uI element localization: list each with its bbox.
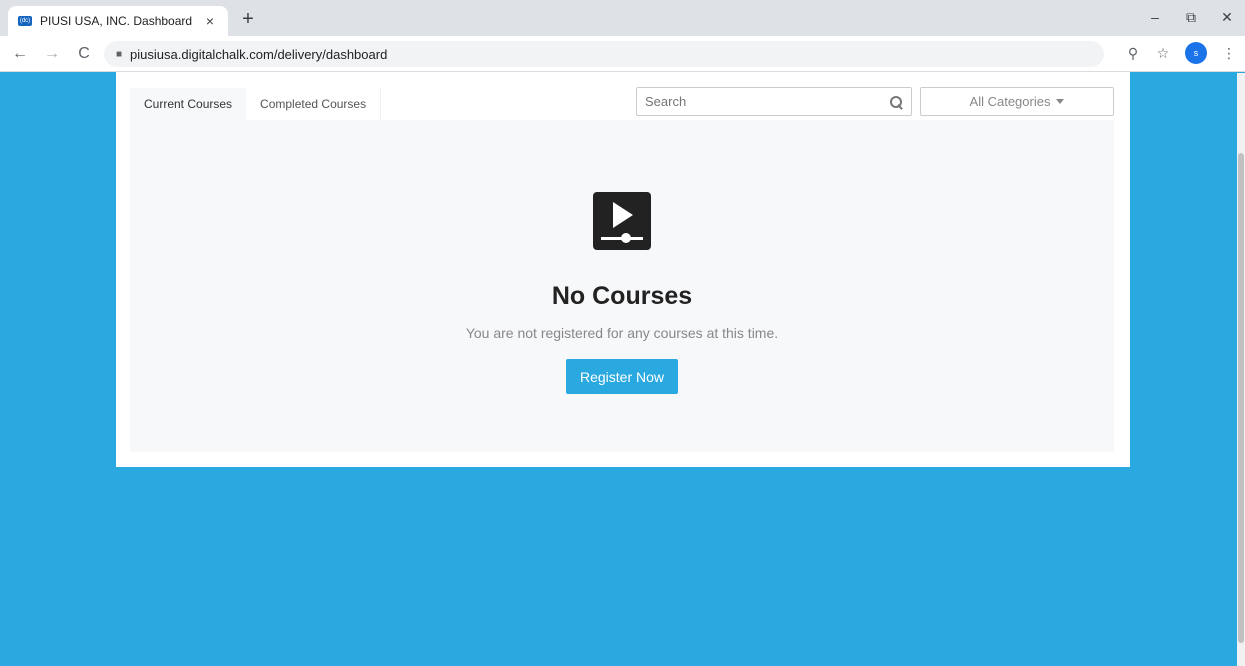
search-box (636, 87, 912, 116)
scrollbar-thumb[interactable] (1238, 153, 1244, 643)
back-button[interactable]: ← (8, 42, 32, 66)
browser-tab[interactable]: (dc) PIUSI USA, INC. Dashboard × (8, 6, 228, 36)
search-input[interactable] (645, 94, 889, 109)
forward-button[interactable]: → (40, 42, 64, 66)
window-controls: – ⧉ ✕ (1137, 0, 1245, 36)
progress-knob (621, 233, 631, 243)
tab-current-courses[interactable]: Current Courses (130, 88, 247, 120)
courses-panel: No Courses You are not registered for an… (130, 120, 1114, 452)
register-now-button[interactable]: Register Now (566, 359, 678, 394)
browser-menu-icon[interactable]: ⋮ (1221, 45, 1237, 62)
close-tab-icon[interactable]: × (202, 13, 218, 29)
categories-selected: All Categories (969, 94, 1051, 109)
categories-dropdown[interactable]: All Categories (920, 87, 1114, 116)
new-tab-button[interactable]: + (236, 8, 260, 32)
browser-tab-strip: (dc) PIUSI USA, INC. Dashboard × + – ⧉ ✕ (0, 0, 1245, 36)
tab-title: PIUSI USA, INC. Dashboard (40, 14, 193, 28)
bookmark-star-icon[interactable]: ☆ (1155, 45, 1171, 62)
lock-icon: ■ (116, 48, 123, 60)
play-icon (613, 202, 633, 228)
browser-toolbar: ← → C ■ piusiusa.digitalchalk.com/delive… (0, 36, 1245, 72)
minimize-button[interactable]: – (1137, 0, 1173, 36)
url-text: piusiusa.digitalchalk.com/delivery/dashb… (130, 46, 388, 62)
empty-state-message: You are not registered for any courses a… (465, 325, 779, 341)
page-scrollbar[interactable] (1237, 73, 1245, 666)
key-icon[interactable]: ⚲ (1125, 45, 1141, 62)
profile-avatar[interactable]: s (1185, 42, 1207, 64)
close-window-button[interactable]: ✕ (1209, 0, 1245, 36)
empty-state-title: No Courses (551, 282, 693, 310)
dashboard-card: Current Courses Completed Courses All Ca… (116, 72, 1130, 467)
address-bar[interactable]: ■ piusiusa.digitalchalk.com/delivery/das… (104, 41, 1104, 67)
restore-button[interactable]: ⧉ (1173, 0, 1209, 36)
tab-completed-courses[interactable]: Completed Courses (246, 88, 382, 120)
video-course-icon (593, 192, 651, 250)
site-favicon-icon: (dc) (18, 16, 32, 26)
caret-down-icon (1056, 99, 1065, 104)
search-icon[interactable] (889, 95, 903, 109)
toolbar-actions: ⚲ ☆ s ⋮ (1125, 42, 1237, 64)
reload-button[interactable]: C (72, 42, 96, 66)
course-tabs: Current Courses Completed Courses (130, 88, 382, 120)
